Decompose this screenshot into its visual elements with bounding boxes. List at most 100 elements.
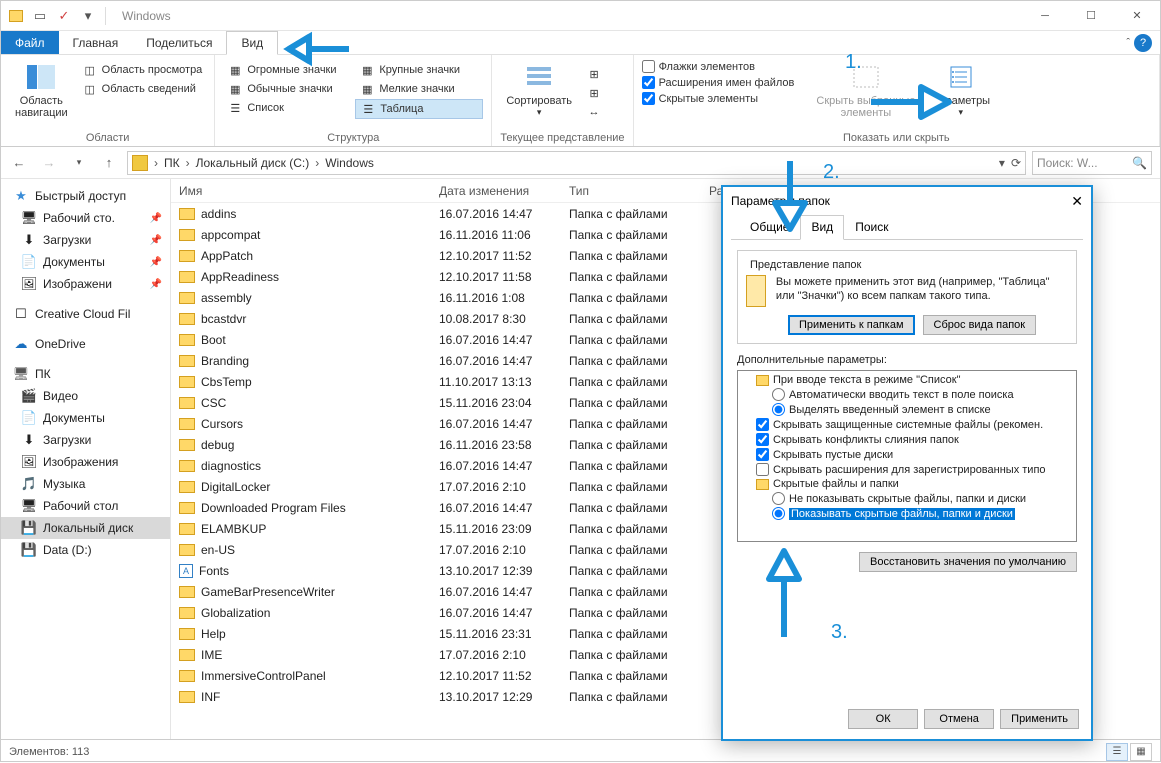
apply-to-folders-button[interactable]: Применить к папкам bbox=[788, 315, 915, 335]
history-dropdown[interactable]: ▾ bbox=[67, 151, 91, 175]
radio[interactable] bbox=[772, 403, 785, 416]
add-columns-button[interactable]: ⊞ bbox=[582, 84, 606, 102]
addr-dropdown-icon[interactable]: ▾ bbox=[999, 156, 1005, 170]
options-button[interactable]: Параметры▾ bbox=[925, 57, 996, 122]
dialog-tab-search[interactable]: Поиск bbox=[844, 215, 899, 239]
advanced-settings-tree[interactable]: При вводе текста в режиме "Список"Автома… bbox=[737, 370, 1077, 542]
layout-large[interactable]: ▦Крупные значки bbox=[355, 61, 483, 79]
crumb-pc[interactable]: ПК bbox=[164, 156, 180, 170]
preview-pane-button[interactable]: ◫Область просмотра bbox=[78, 61, 207, 79]
tree-item[interactable]: Скрывать конфликты слияния папок bbox=[740, 432, 1074, 447]
checkbox[interactable] bbox=[756, 418, 769, 431]
icons-view-button[interactable]: ▦ bbox=[1130, 743, 1152, 761]
sidebar-item[interactable]: 💾Data (D:) bbox=[1, 539, 170, 561]
nav-pane-label: Область навигации bbox=[15, 95, 68, 119]
tree-item[interactable]: Скрывать защищенные системные файлы (рек… bbox=[740, 417, 1074, 432]
tree-item[interactable]: Не показывать скрытые файлы, папки и дис… bbox=[740, 491, 1074, 506]
layout-medium[interactable]: ▦Обычные значки bbox=[223, 80, 351, 98]
sidebar-quick-access[interactable]: ★Быстрый доступ bbox=[1, 185, 170, 207]
checkboxes-toggle[interactable]: Флажки элементов bbox=[642, 59, 795, 74]
dialog-tab-general[interactable]: Общие bbox=[739, 215, 800, 239]
apply-button[interactable]: Применить bbox=[1000, 709, 1079, 729]
hide-selected-button[interactable]: Скрыть выбранные элементы bbox=[810, 57, 921, 123]
back-button[interactable]: ← bbox=[7, 151, 31, 175]
crumb-folder[interactable]: Windows bbox=[325, 156, 374, 170]
sidebar-item[interactable]: 📄Документы bbox=[1, 407, 170, 429]
folder-icon bbox=[179, 502, 195, 514]
crumb-drive[interactable]: Локальный диск (C:) bbox=[196, 156, 310, 170]
folder-views-desc: Вы можете применить этот вид (например, … bbox=[776, 275, 1068, 304]
forward-button[interactable]: → bbox=[37, 151, 61, 175]
tree-item[interactable]: Скрытые файлы и папки bbox=[740, 477, 1074, 491]
up-button[interactable]: ↑ bbox=[97, 151, 121, 175]
sidebar-item-icon: 🖥 bbox=[21, 498, 37, 514]
restore-defaults-button[interactable]: Восстановить значения по умолчанию bbox=[859, 552, 1077, 572]
radio[interactable] bbox=[772, 388, 785, 401]
sidebar-ccf[interactable]: ☐Creative Cloud Fil bbox=[1, 303, 170, 325]
tree-item[interactable]: Показывать скрытые файлы, папки и диски bbox=[740, 506, 1074, 521]
layout-list[interactable]: ☰Список bbox=[223, 99, 351, 117]
dialog-tab-view[interactable]: Вид bbox=[800, 215, 844, 240]
details-view-button[interactable]: ☰ bbox=[1106, 743, 1128, 761]
properties-icon[interactable]: ▭ bbox=[29, 5, 51, 27]
sidebar-item[interactable]: 📄Документы📌 bbox=[1, 251, 170, 273]
extensions-toggle[interactable]: Расширения имен файлов bbox=[642, 75, 795, 90]
tree-item[interactable]: Скрывать расширения для зарегистрированн… bbox=[740, 462, 1074, 477]
header-date[interactable]: Дата изменения bbox=[431, 184, 561, 198]
sidebar-item[interactable]: 💾Локальный диск bbox=[1, 517, 170, 539]
help-icon[interactable]: ? bbox=[1134, 34, 1152, 52]
reset-folders-button[interactable]: Сброс вида папок bbox=[923, 315, 1037, 335]
pin-icon: 📌 bbox=[150, 279, 162, 290]
tab-home[interactable]: Главная bbox=[59, 31, 133, 54]
font-icon: A bbox=[179, 564, 193, 578]
sidebar-item[interactable]: ⬇Загрузки📌 bbox=[1, 229, 170, 251]
sidebar-item[interactable]: 🖼Изображени📌 bbox=[1, 273, 170, 295]
search-input[interactable]: Поиск: W... 🔍 bbox=[1032, 151, 1152, 175]
tab-share[interactable]: Поделиться bbox=[132, 31, 226, 54]
sidebar-item[interactable]: 🖥Рабочий стол bbox=[1, 495, 170, 517]
tree-item[interactable]: Автоматически вводить текст в поле поиск… bbox=[740, 387, 1074, 402]
qat-check-icon[interactable]: ✓ bbox=[53, 5, 75, 27]
breadcrumb[interactable]: ПК Локальный диск (C:) Windows ▾ ⟳ bbox=[127, 151, 1026, 175]
qat-dropdown-icon[interactable]: ▾ bbox=[77, 5, 99, 27]
header-name[interactable]: Имя bbox=[171, 184, 431, 198]
ribbon-collapse-icon[interactable]: ˆ bbox=[1126, 37, 1130, 49]
cancel-button[interactable]: Отмена bbox=[924, 709, 994, 729]
refresh-icon[interactable]: ⟳ bbox=[1011, 156, 1021, 170]
sidebar-item[interactable]: 🎬Видео bbox=[1, 385, 170, 407]
sidebar-item[interactable]: ⬇Загрузки bbox=[1, 429, 170, 451]
nav-pane-button[interactable]: Область навигации bbox=[9, 57, 74, 123]
sidebar-item[interactable]: 🖥Рабочий сто.📌 bbox=[1, 207, 170, 229]
checkbox[interactable] bbox=[756, 433, 769, 446]
sidebar-item[interactable]: 🖼Изображения bbox=[1, 451, 170, 473]
checkbox[interactable] bbox=[756, 448, 769, 461]
radio[interactable] bbox=[772, 507, 785, 520]
close-button[interactable]: ✕ bbox=[1114, 1, 1160, 31]
hidden-toggle[interactable]: Скрытые элементы bbox=[642, 91, 795, 106]
sort-button[interactable]: Сортировать▾ bbox=[500, 57, 578, 122]
sidebar-item[interactable]: 🎵Музыка bbox=[1, 473, 170, 495]
title-bar: ▭ ✓ ▾ Windows ─ ☐ ✕ bbox=[1, 1, 1160, 31]
maximize-button[interactable]: ☐ bbox=[1068, 1, 1114, 31]
sidebar-onedrive[interactable]: ☁OneDrive bbox=[1, 333, 170, 355]
size-columns-button[interactable]: ↔ bbox=[582, 103, 606, 121]
layout-small[interactable]: ▦Мелкие значки bbox=[355, 80, 483, 98]
tab-view[interactable]: Вид bbox=[226, 31, 278, 55]
minimize-button[interactable]: ─ bbox=[1022, 1, 1068, 31]
details-pane-button[interactable]: ◫Область сведений bbox=[78, 80, 207, 98]
tree-item[interactable]: При вводе текста в режиме "Список" bbox=[740, 373, 1074, 387]
group-by-button[interactable]: ⊞ bbox=[582, 65, 606, 83]
pin-icon: 📌 bbox=[150, 213, 162, 224]
tab-file[interactable]: Файл bbox=[1, 31, 59, 54]
ok-button[interactable]: ОК bbox=[848, 709, 918, 729]
header-type[interactable]: Тип bbox=[561, 184, 701, 198]
tree-item[interactable]: Выделять введенный элемент в списке bbox=[740, 402, 1074, 417]
checkbox[interactable] bbox=[756, 463, 769, 476]
annotation-label-3: 3. bbox=[831, 621, 848, 644]
tree-item[interactable]: Скрывать пустые диски bbox=[740, 447, 1074, 462]
layout-details[interactable]: ☰Таблица bbox=[355, 99, 483, 119]
radio[interactable] bbox=[772, 492, 785, 505]
layout-huge[interactable]: ▦Огромные значки bbox=[223, 61, 351, 79]
sidebar-pc[interactable]: 🖥ПК bbox=[1, 363, 170, 385]
dialog-close-button[interactable]: ✕ bbox=[1071, 193, 1083, 210]
